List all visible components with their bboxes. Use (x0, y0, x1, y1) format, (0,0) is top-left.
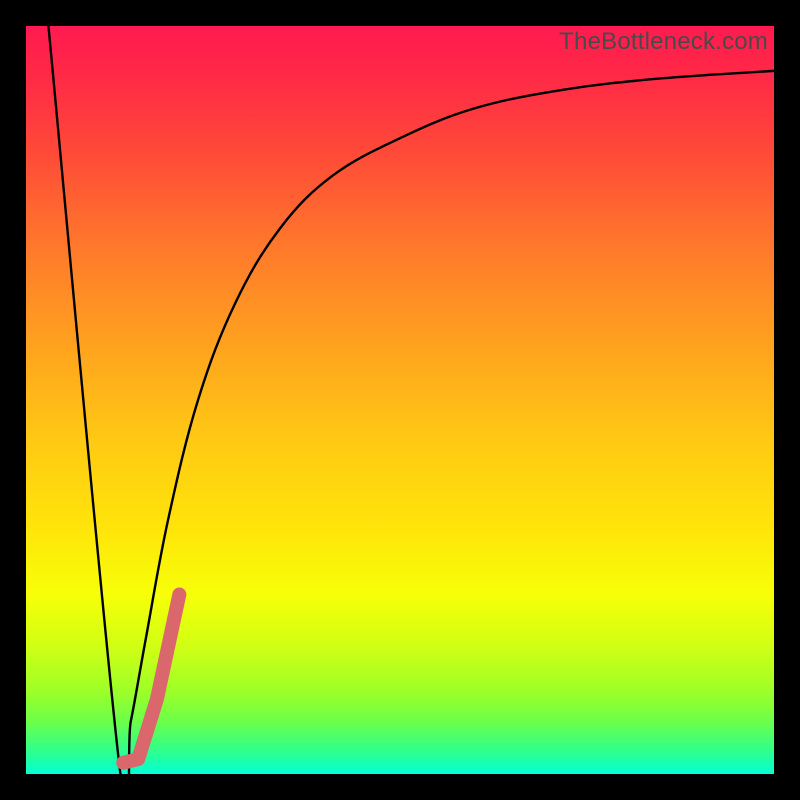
bottleneck-curve (48, 26, 774, 774)
plot-area: TheBottleneck.com (26, 26, 774, 774)
watermark-text: TheBottleneck.com (559, 28, 768, 56)
highlight-marker (123, 594, 179, 762)
chart-frame: TheBottleneck.com (0, 0, 800, 800)
chart-svg (26, 26, 774, 774)
